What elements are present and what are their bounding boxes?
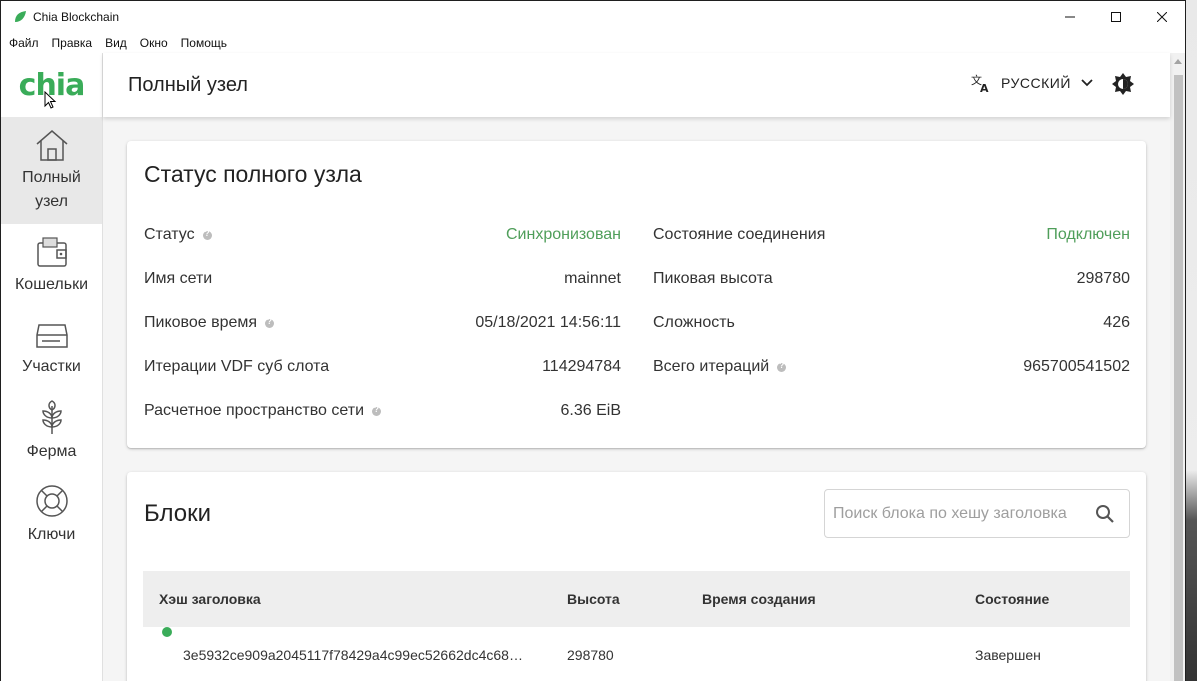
- help-icon[interactable]: [265, 317, 275, 328]
- page-title: Полный узел: [128, 74, 248, 96]
- menu-window[interactable]: Окно: [140, 36, 168, 50]
- card-title: Блоки: [144, 500, 212, 527]
- vdf-iterations-value: 114294784: [542, 358, 621, 375]
- difficulty-value: 426: [1103, 314, 1130, 331]
- help-icon[interactable]: [777, 361, 787, 372]
- close-icon: [1157, 12, 1167, 22]
- network-name-label: Имя сети: [144, 270, 213, 287]
- block-search: [824, 489, 1130, 538]
- minimize-button[interactable]: [1047, 1, 1093, 33]
- language-label: РУССКИЙ: [1001, 75, 1071, 91]
- close-button[interactable]: [1139, 1, 1185, 33]
- column-header-height[interactable]: Высота: [567, 571, 620, 627]
- sidebar-item-label: Полный узел: [22, 168, 81, 210]
- help-icon[interactable]: [202, 229, 212, 240]
- mouse-cursor-icon: [44, 91, 57, 109]
- netspace-value: 6.36 EiB: [560, 402, 621, 419]
- blocks-table: Хэш заголовка Высота Время создания Сост…: [143, 571, 1130, 681]
- total-iterations-label: Всего итераций: [653, 358, 770, 375]
- table-header: Хэш заголовка Высота Время создания Сост…: [143, 571, 1130, 627]
- lifebuoy-icon: [35, 484, 68, 517]
- scroll-up-arrow[interactable]: [1174, 59, 1182, 64]
- menu-bar: Файл Правка Вид Окно Помощь: [1, 33, 240, 53]
- sidebar-item-plots[interactable]: Участки: [1, 307, 102, 390]
- column-header-hash[interactable]: Хэш заголовка: [159, 571, 261, 627]
- maximize-button[interactable]: [1093, 1, 1139, 33]
- menu-view[interactable]: Вид: [105, 36, 127, 50]
- block-height: 298780: [567, 647, 614, 663]
- sidebar-item-full-node[interactable]: Полный узел: [1, 117, 102, 224]
- column-header-state[interactable]: Состояние: [975, 571, 1049, 627]
- card-title: Статус полного узла: [144, 161, 362, 187]
- status-dot: [162, 627, 172, 637]
- svg-text:A: A: [980, 82, 989, 93]
- title-bar[interactable]: Chia Blockchain: [1, 1, 1185, 33]
- sidebar-item-label: Участки: [22, 357, 81, 375]
- language-selector[interactable]: 文 A РУССКИЙ: [971, 73, 1093, 93]
- total-iterations-value: 965700541502: [1023, 358, 1130, 375]
- sidebar-item-keys[interactable]: Ключи: [1, 473, 102, 556]
- peak-height-label: Пиковая высота: [653, 270, 773, 287]
- minimize-icon: [1065, 16, 1075, 18]
- translate-icon: 文 A: [971, 73, 989, 93]
- chia-leaf-icon: [15, 11, 26, 22]
- difficulty-row: Сложность 426: [653, 311, 1130, 335]
- window-title: Chia Blockchain: [33, 10, 120, 24]
- status-row: Статус Синхронизован: [144, 223, 621, 247]
- sidebar-item-wallets[interactable]: Кошельки: [1, 224, 102, 307]
- scrollbar-thumb[interactable]: [1174, 75, 1183, 681]
- sidebar: chia Полный узел Кошельки Участки Ферма …: [1, 53, 103, 681]
- status-label: Статус: [144, 226, 195, 243]
- connection-status-label: Состояние соединения: [653, 226, 826, 243]
- chia-logo[interactable]: chia: [1, 53, 102, 117]
- vdf-iterations-label: Итерации VDF суб слота: [144, 358, 330, 375]
- theme-toggle-button[interactable]: [1111, 72, 1135, 101]
- peak-height-row: Пиковая высота 298780: [653, 267, 1130, 291]
- connection-status-value: Подключен: [1046, 226, 1130, 243]
- status-value: Синхронизован: [505, 226, 621, 243]
- peak-time-value: 05/18/2021 14:56:11: [475, 314, 621, 331]
- farm-icon: [41, 399, 62, 434]
- main-content: Статус полного узла Статус Синхронизован…: [103, 117, 1170, 681]
- app-header: Полный узел 文 A РУССКИЙ: [103, 53, 1170, 117]
- vdf-iterations-row: Итерации VDF суб слота 114294784: [144, 355, 621, 379]
- peak-time-row: Пиковое время 05/18/2021 14:56:11: [144, 311, 621, 335]
- desktop-background: [1186, 0, 1197, 681]
- peak-height-value: 298780: [1076, 270, 1130, 287]
- netspace-label: Расчетное пространство сети: [144, 402, 365, 419]
- maximize-icon: [1111, 12, 1121, 22]
- sidebar-item-label: Ключи: [27, 525, 76, 543]
- difficulty-label: Сложность: [653, 314, 735, 331]
- blocks-card: Блоки Хэш заголовка Высота Время создани…: [127, 472, 1146, 681]
- wallet-icon: [36, 236, 67, 267]
- block-search-input[interactable]: [833, 502, 1077, 526]
- app-window: Chia Blockchain Файл Правка Вид Окно Пом…: [0, 0, 1186, 681]
- block-state: Завершен: [975, 647, 1041, 663]
- table-row[interactable]: 3e5932ce909a2045117f78429a4c99ec52662dc4…: [143, 627, 1130, 681]
- search-icon[interactable]: [1095, 504, 1115, 524]
- sidebar-item-farm[interactable]: Ферма: [1, 390, 102, 473]
- network-name-row: Имя сети mainnet: [144, 267, 621, 291]
- netspace-row: Расчетное пространство сети 6.36 EiB: [144, 399, 621, 423]
- vertical-scrollbar[interactable]: [1170, 53, 1185, 681]
- menu-file[interactable]: Файл: [9, 36, 39, 50]
- peak-time-label: Пиковое время: [144, 314, 258, 331]
- connection-status-row: Состояние соединения Подключен: [653, 223, 1130, 247]
- menu-edit[interactable]: Правка: [52, 36, 93, 50]
- block-hash[interactable]: 3e5932ce909a2045117f78429a4c99ec52662dc4…: [183, 627, 523, 681]
- full-node-status-card: Статус полного узла Статус Синхронизован…: [127, 141, 1146, 448]
- column-header-time[interactable]: Время создания: [702, 571, 816, 627]
- help-icon[interactable]: [372, 405, 382, 416]
- sidebar-item-label: Кошельки: [14, 275, 89, 293]
- total-iterations-row: Всего итераций 965700541502: [653, 355, 1130, 379]
- chevron-down-icon: [1081, 79, 1093, 87]
- menu-help[interactable]: Помощь: [181, 36, 227, 50]
- network-name-value: mainnet: [564, 270, 621, 287]
- drive-icon: [35, 323, 68, 348]
- sidebar-item-label: Ферма: [26, 442, 77, 460]
- home-icon: [36, 129, 67, 161]
- brightness-icon: [1112, 73, 1134, 95]
